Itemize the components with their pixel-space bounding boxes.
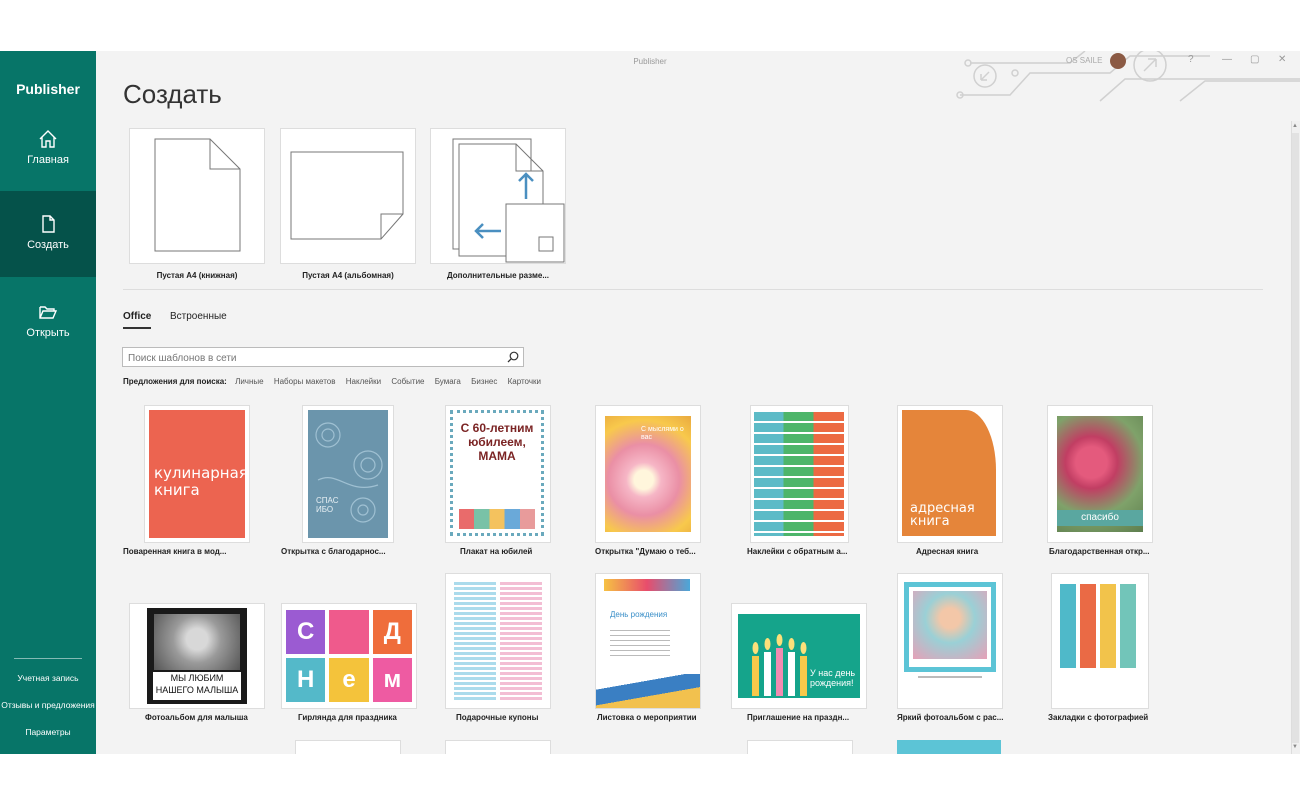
sidebar-link-options[interactable]: Параметры <box>0 727 96 737</box>
tab-underline <box>123 327 151 329</box>
suggestion-event[interactable]: Событие <box>391 377 424 386</box>
page-title: Создать <box>123 79 222 109</box>
maximize-icon[interactable]: ▢ <box>1250 54 1259 65</box>
window-title: Publisher <box>633 57 667 66</box>
blank-template-portrait[interactable]: Пустая А4 (книжная) <box>129 128 265 280</box>
template-search <box>122 347 524 368</box>
blank-template-label: Дополнительные разме... <box>447 271 549 280</box>
sidebar-item-new[interactable]: Создать <box>0 191 96 277</box>
blank-template-label: Пустая А4 (книжная) <box>156 271 238 280</box>
label-sheet <box>754 412 844 536</box>
flyer-banner <box>604 579 690 591</box>
template-label: Благодарственная откр... <box>1049 547 1150 556</box>
garland-flag <box>329 610 369 654</box>
swirl-pattern <box>315 422 383 523</box>
suggestions-label: Предложения для поиска: <box>123 377 227 386</box>
sidebar-link-feedback[interactable]: Отзывы и предложения <box>0 700 96 710</box>
sidebar: Publisher Главная Создать Открыть Учетна… <box>0 51 96 754</box>
sidebar-item-home[interactable]: Главная <box>0 116 96 188</box>
publisher-window: Publisher Главная Создать Открыть Учетна… <box>0 51 1300 754</box>
candles-icon <box>752 634 807 696</box>
search-suggestions: Предложения для поиска: Личные Наборы ма… <box>123 377 549 386</box>
suggestion-personal[interactable]: Личные <box>235 377 264 386</box>
thumb-text: С 60-летним юбилеем, МАМА <box>460 421 534 463</box>
suggestion-paper[interactable]: Бумага <box>435 377 461 386</box>
thumb-text: У нас день рождения! <box>810 668 856 688</box>
thumb-text: спасибо <box>1057 510 1143 526</box>
garland-flag: м <box>372 658 412 702</box>
flyer-text-lines <box>610 630 670 660</box>
caption-line <box>918 676 982 678</box>
close-icon[interactable]: ✕ <box>1278 54 1286 65</box>
suggestion-labels[interactable]: Наклейки <box>346 377 381 386</box>
blank-template-label: Пустая А4 (альбомная) <box>302 271 394 280</box>
avatar[interactable] <box>1110 53 1126 69</box>
scrollbar-thumb[interactable] <box>1292 133 1299 743</box>
suggestion-layout-sets[interactable]: Наборы макетов <box>274 377 336 386</box>
blank-template-landscape[interactable]: Пустая А4 (альбомная) <box>280 128 416 280</box>
search-icon[interactable] <box>507 351 519 363</box>
thumb-text: кулинарная книга <box>154 464 248 499</box>
home-icon <box>39 130 57 148</box>
thumb-text: День рождения <box>610 610 668 619</box>
garland-flag: С <box>286 610 326 654</box>
user-name[interactable]: OS SAILE <box>1066 56 1102 65</box>
landscape-page-icon <box>290 151 404 240</box>
new-document-icon <box>42 215 55 233</box>
search-input[interactable] <box>123 349 503 368</box>
portrait-page-icon <box>154 138 241 252</box>
baby-photo <box>154 614 240 670</box>
garland-flag: е <box>329 658 369 702</box>
template-partial-calendar[interactable] <box>295 740 401 754</box>
sidebar-item-label: Создать <box>27 239 69 251</box>
minimize-icon[interactable]: — <box>1222 54 1232 65</box>
section-divider <box>123 289 1263 290</box>
flyer-wave <box>596 674 700 708</box>
tab-office[interactable]: Office <box>123 311 151 322</box>
template-partial[interactable] <box>897 740 1001 754</box>
garland-flag: Д <box>372 610 412 654</box>
thumb-text: СПАС ИБО <box>316 496 339 514</box>
thumb-text: МЫ ЛЮБИМ НАШЕГО МАЛЫША <box>153 672 241 700</box>
blank-template-more-sizes[interactable]: Дополнительные разме... <box>430 128 566 280</box>
tab-builtin[interactable]: Встроенные <box>170 311 227 322</box>
sidebar-divider <box>14 658 82 659</box>
sidebar-item-label: Открыть <box>26 327 70 339</box>
template-partial[interactable] <box>747 740 853 754</box>
coupon-sheet <box>454 582 542 700</box>
suggestion-cards[interactable]: Карточки <box>508 377 541 386</box>
template-label: Открытка с благодарнос... <box>281 547 386 556</box>
scroll-up-icon[interactable]: ▲ <box>1292 123 1298 129</box>
help-icon[interactable]: ? <box>1188 54 1194 65</box>
child-photo <box>913 591 987 659</box>
sidebar-item-open[interactable]: Открыть <box>0 287 96 359</box>
sidebar-item-label: Главная <box>27 154 69 166</box>
suggestion-business[interactable]: Бизнес <box>471 377 497 386</box>
template-partial[interactable] <box>445 740 551 754</box>
garland-flag: Н <box>286 658 326 702</box>
thumb-text: С мыслями о вас <box>641 426 684 441</box>
more-sizes-icon <box>452 138 565 263</box>
scroll-down-icon[interactable]: ▼ <box>1292 744 1298 750</box>
sidebar-link-account[interactable]: Учетная запись <box>0 673 96 683</box>
bookmark-sheet <box>1060 584 1140 668</box>
template-label: Закладки с фотографией <box>1048 713 1149 722</box>
gift-boxes <box>459 509 535 529</box>
app-name: Publisher <box>16 81 80 97</box>
folder-open-icon <box>39 306 58 319</box>
thumb-text: адресная книга <box>910 501 975 529</box>
